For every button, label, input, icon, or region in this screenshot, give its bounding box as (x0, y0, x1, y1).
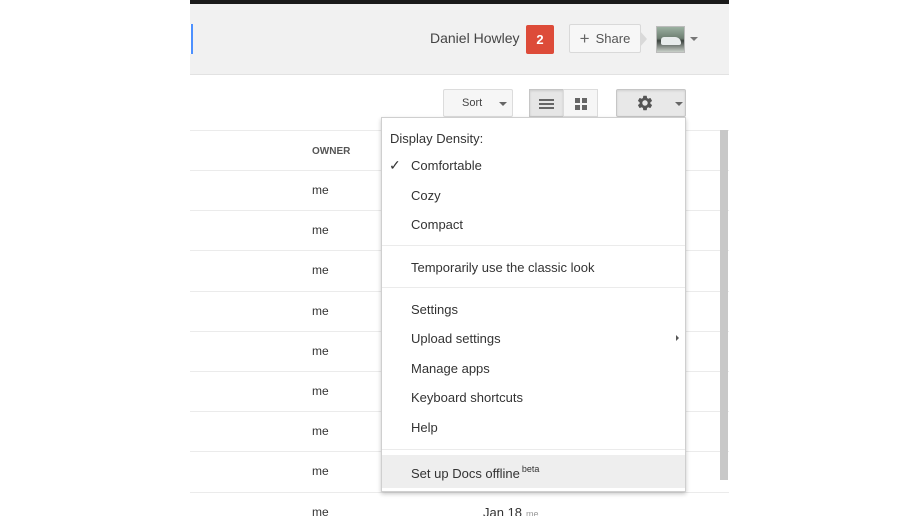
scrollbar[interactable] (720, 130, 728, 480)
share-pointer-arrow (640, 31, 647, 47)
menu-divider (382, 245, 685, 246)
display-density-heading: Display Density: (390, 131, 484, 146)
row-owner: me (312, 505, 329, 516)
notification-badge[interactable]: 2 (526, 25, 554, 54)
share-label: Share (595, 31, 631, 46)
menu-item-label: Set up Docs offline beta (411, 464, 539, 481)
menu-item-docs-offline[interactable]: Set up Docs offline beta (382, 455, 685, 488)
menu-item-label: Keyboard shortcuts (411, 390, 524, 405)
density-comfortable[interactable]: ✓ Comfortable (382, 152, 685, 180)
row-owner: me (312, 344, 329, 358)
submenu-arrow-icon (676, 335, 679, 341)
row-owner: me (312, 424, 329, 438)
account-chevron-down-icon[interactable] (690, 37, 698, 41)
list-view-button[interactable] (529, 89, 564, 117)
table-row[interactable]: me Jan 18 me (190, 492, 729, 516)
menu-item-upload-settings[interactable]: Upload settings (382, 325, 685, 353)
menu-item-label: Compact (411, 217, 464, 232)
density-compact[interactable]: Compact (382, 211, 685, 239)
plus-icon: + (579, 29, 590, 48)
menu-item-keyboard-shortcuts[interactable]: Keyboard shortcuts (382, 384, 685, 412)
menu-item-label: Manage apps (411, 361, 490, 376)
modified-date: Jan 18 (483, 505, 523, 516)
sort-chevron-down-icon (499, 102, 507, 106)
row-owner: me (312, 263, 329, 277)
beta-badge: beta (521, 464, 540, 474)
header-bar: Daniel Howley 2 + Share (190, 4, 729, 75)
row-owner: me (312, 304, 329, 318)
menu-item-manage-apps[interactable]: Manage apps (382, 355, 685, 383)
user-name-link[interactable]: Daniel Howley (430, 30, 519, 46)
grid-icon (575, 98, 587, 110)
settings-chevron-down-icon (675, 102, 683, 106)
docs-offline-label: Set up Docs offline (411, 466, 520, 481)
classic-look-item[interactable]: Temporarily use the classic look (382, 254, 685, 282)
list-icon (539, 99, 554, 109)
menu-item-label: Cozy (411, 188, 441, 203)
row-owner: me (312, 464, 329, 478)
row-owner: me (312, 183, 329, 197)
density-cozy[interactable]: Cozy (382, 182, 685, 210)
modified-by: me (526, 509, 539, 516)
grid-view-button[interactable] (563, 89, 598, 117)
share-button[interactable]: + Share (569, 24, 641, 53)
settings-button[interactable] (616, 89, 686, 117)
menu-item-label: Settings (411, 302, 458, 317)
menu-item-label: Comfortable (411, 158, 482, 173)
avatar[interactable] (656, 26, 685, 53)
search-input[interactable] (190, 24, 193, 54)
menu-item-settings[interactable]: Settings (382, 296, 685, 324)
checkmark-icon: ✓ (389, 157, 401, 173)
menu-divider (382, 287, 685, 288)
owner-column-header[interactable]: OWNER (312, 146, 350, 157)
menu-item-help[interactable]: Help (382, 414, 685, 442)
row-modified-date: Jan 18 me (483, 505, 539, 516)
menu-divider (382, 449, 685, 450)
car-photo-thumbnail (661, 37, 681, 45)
sort-label: Sort (462, 97, 483, 109)
menu-item-label: Help (411, 420, 438, 435)
menu-item-label: Upload settings (411, 331, 501, 346)
drive-app: Daniel Howley 2 + Share Sort OWNER me me (190, 0, 729, 516)
sort-button[interactable]: Sort (443, 89, 513, 117)
row-owner: me (312, 384, 329, 398)
settings-menu: Display Density: ✓ Comfortable Cozy Comp… (381, 117, 686, 492)
menu-item-label: Temporarily use the classic look (411, 260, 595, 275)
row-owner: me (312, 223, 329, 237)
gear-icon (637, 95, 653, 111)
